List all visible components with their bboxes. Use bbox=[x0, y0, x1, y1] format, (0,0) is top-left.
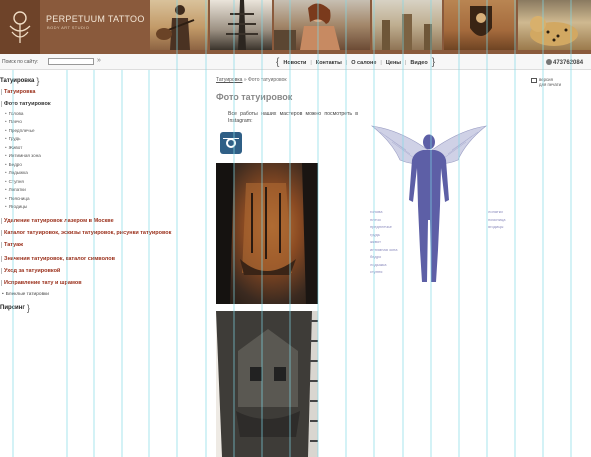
body-map-label[interactable]: ягодицы bbox=[488, 223, 506, 231]
sidebar-section-tattoo: Татуировка} bbox=[0, 76, 200, 86]
sidebar-item-care[interactable]: Уход за татуировкой bbox=[0, 265, 200, 277]
sidebar-item-tattoo[interactable]: Татуировка bbox=[0, 86, 200, 98]
breadcrumb-current: Фото татуировок bbox=[248, 77, 287, 83]
body-map-label[interactable]: живот bbox=[370, 238, 397, 246]
nav-item-prices[interactable]: Цены bbox=[382, 60, 405, 66]
sidebar-item-correction[interactable]: Исправление тату и шрамов bbox=[0, 277, 200, 289]
sidebar-item-tatuazh[interactable]: Татуаж bbox=[0, 239, 200, 251]
phone-text: 473762084 bbox=[553, 60, 584, 66]
body-map-label[interactable]: голова bbox=[370, 208, 397, 216]
instagram-icon[interactable] bbox=[220, 132, 242, 154]
list-item[interactable]: Ягодицы bbox=[5, 203, 200, 212]
print-icon[interactable] bbox=[531, 78, 537, 83]
page-title: Фото татуировок bbox=[216, 92, 293, 102]
phone-icon bbox=[546, 59, 552, 65]
body-map-label[interactable]: бедро bbox=[370, 253, 397, 261]
body-map-label[interactable]: лодыжка bbox=[370, 261, 397, 269]
search-input[interactable] bbox=[48, 58, 94, 65]
brand-subtitle: BODY ART STUDIO bbox=[47, 25, 90, 30]
tattoo-photo-house[interactable] bbox=[216, 311, 318, 457]
body-map-label[interactable]: плечо bbox=[370, 216, 397, 224]
header-photo-tower bbox=[210, 0, 272, 50]
sidebar-section-title: Татуировка bbox=[0, 78, 35, 84]
sidebar-item-laser-removal[interactable]: Удаление татуировок лазером в Москве bbox=[0, 215, 200, 227]
list-item[interactable]: Живот bbox=[5, 143, 200, 152]
logo[interactable] bbox=[0, 0, 40, 54]
body-map-label[interactable]: поясница bbox=[488, 216, 506, 224]
logo-icon bbox=[9, 11, 31, 43]
nav-item-news[interactable]: Новости bbox=[279, 60, 310, 66]
sidebar-section-title: Пирсинг bbox=[0, 305, 25, 311]
body-map-label[interactable]: ступня bbox=[370, 268, 397, 276]
sidebar-section-piercing[interactable]: Пирсинг} bbox=[0, 303, 200, 313]
sidebar-item-photo[interactable]: Фото татуировок bbox=[0, 98, 200, 109]
header-photo-cheetah bbox=[518, 0, 591, 50]
list-item[interactable]: Голова bbox=[5, 109, 200, 118]
body-part-list: Голова Плечо Предплечье Грудь Живот Инти… bbox=[0, 109, 200, 211]
body-map-label[interactable]: лопатки bbox=[488, 208, 506, 216]
header-photo-woman bbox=[274, 0, 370, 50]
body-map-label[interactable]: предплечье bbox=[370, 223, 397, 231]
list-item[interactable]: Плечо bbox=[5, 118, 200, 127]
list-item[interactable]: Интимная зона bbox=[5, 152, 200, 161]
body-map-label[interactable]: интимная зона bbox=[370, 246, 397, 254]
site-header: PERPETUUM TATTOO BODY ART STUDIO bbox=[0, 0, 591, 54]
sidebar-item-faded[interactable]: Блеклые татировки bbox=[0, 289, 200, 300]
nav-item-about[interactable]: О салоне bbox=[347, 60, 380, 66]
list-item[interactable]: Поясница bbox=[5, 194, 200, 203]
intro-text: Все работы наших мастеров можно посмотре… bbox=[228, 111, 358, 124]
sidebar-item-meanings[interactable]: Значения татуировок, каталог символов bbox=[0, 253, 200, 265]
body-map-label[interactable]: грудь bbox=[370, 231, 397, 239]
sidebar: Татуировка} Татуировка Фото татуировок Г… bbox=[0, 76, 200, 313]
list-item[interactable]: Бедро bbox=[5, 160, 200, 169]
header-photo-figures bbox=[372, 0, 442, 50]
body-map-labels-back: лопатки поясница ягодицы bbox=[488, 208, 506, 231]
section-brace: } bbox=[36, 76, 40, 86]
print-version-link[interactable]: версия для печати bbox=[539, 77, 561, 87]
section-brace: } bbox=[26, 303, 30, 313]
nav-item-contacts[interactable]: Контакты bbox=[312, 60, 346, 66]
search-submit-button[interactable]: » bbox=[97, 57, 101, 64]
nav-close-brace: } bbox=[431, 56, 436, 68]
body-map-labels-front: голова плечо предплечье грудь живот инти… bbox=[370, 208, 397, 276]
tattoo-photo-ship[interactable] bbox=[216, 163, 318, 304]
breadcrumb-link[interactable]: Татуировка bbox=[216, 77, 242, 83]
toolbar: Поиск по сайту: » { Новости | Контакты |… bbox=[0, 54, 591, 70]
list-item[interactable]: Предплечье bbox=[5, 126, 200, 135]
list-item[interactable]: Грудь bbox=[5, 135, 200, 144]
list-item[interactable]: Лопатки bbox=[5, 186, 200, 195]
nav-item-video[interactable]: Видео bbox=[406, 60, 431, 66]
main-nav: { Новости | Контакты | О салоне | Цены |… bbox=[276, 57, 435, 68]
breadcrumb: Татуировка » Фото татуировок bbox=[216, 77, 287, 83]
header-photo-shield bbox=[444, 0, 516, 50]
sidebar-item-catalog[interactable]: Каталог татуировок, эскизы татуировок, р… bbox=[0, 227, 200, 239]
brand-name: PERPETUUM TATTOO bbox=[46, 14, 145, 24]
list-item[interactable]: Лодыжка bbox=[5, 169, 200, 178]
header-photo-guitarist bbox=[150, 0, 208, 50]
search-label: Поиск по сайту: bbox=[2, 59, 39, 65]
phone-number[interactable]: 473762084 bbox=[546, 59, 583, 66]
list-item[interactable]: Ступня bbox=[5, 177, 200, 186]
